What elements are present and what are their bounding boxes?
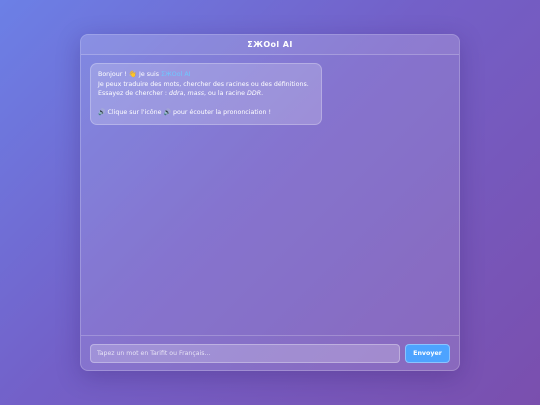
message-spacer: [98, 99, 314, 109]
message-list[interactable]: Bonjour ! 👋 Je suis ΣЖOol AI Je peux tra…: [81, 55, 459, 335]
intro-text: Je suis: [136, 71, 162, 78]
example-word-ddra: ddra: [169, 90, 184, 98]
message-line-capabilities: Je peux traduire des mots, chercher des …: [98, 80, 309, 88]
wave-hand-icon: 👋: [128, 70, 137, 78]
examples-separator-root: , ou la racine: [204, 90, 248, 98]
greeting-text: Bonjour !: [98, 71, 129, 78]
speaker-icon-inline: 🔊: [163, 109, 172, 117]
examples-prefix: Essayez de chercher :: [98, 90, 169, 98]
audio-hint-suffix: pour écouter la prononciation !: [171, 109, 271, 117]
message-input[interactable]: [90, 343, 400, 363]
examples-suffix: .: [261, 90, 264, 98]
message-line-audio-hint: 🔊 Clique sur l'icône 🔊 pour écouter la p…: [98, 108, 314, 118]
app-title: ΣЖOol AI: [247, 40, 293, 49]
example-root-ddr: DDR: [247, 90, 262, 98]
composer-bar: Envoyer: [81, 335, 459, 370]
audio-hint-prefix: Clique sur l'icône: [105, 109, 164, 117]
chat-header: ΣЖOol AI: [81, 35, 459, 55]
example-word-mass: mass: [187, 90, 205, 98]
chat-window: ΣЖOol AI Bonjour ! 👋 Je suis ΣЖOol AI Je…: [80, 34, 460, 371]
message-line-examples: Essayez de chercher : ddra, mass, ou la …: [98, 89, 314, 99]
brand-name: ΣЖOol AI: [161, 71, 191, 78]
message-line-greeting: Bonjour ! 👋 Je suis ΣЖOol AI: [98, 70, 314, 80]
send-button[interactable]: Envoyer: [405, 343, 450, 363]
bot-message: Bonjour ! 👋 Je suis ΣЖOol AI Je peux tra…: [90, 63, 322, 125]
